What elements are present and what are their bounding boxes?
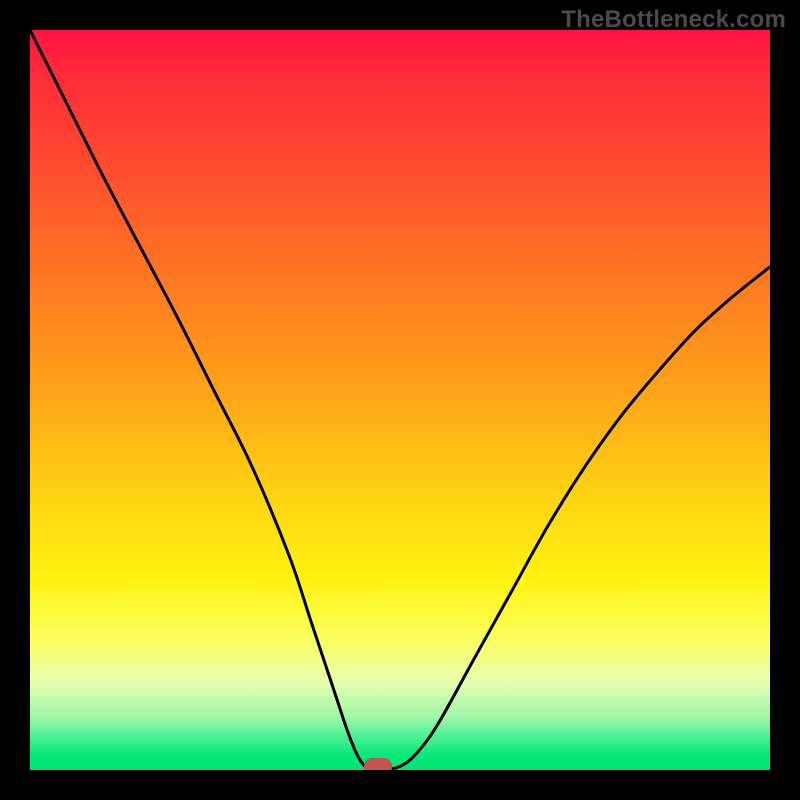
bottleneck-curve [30, 30, 770, 770]
chart-frame: TheBottleneck.com [0, 0, 800, 800]
plot-area [30, 30, 770, 770]
optimal-marker [364, 758, 392, 770]
watermark-text: TheBottleneck.com [561, 6, 786, 34]
